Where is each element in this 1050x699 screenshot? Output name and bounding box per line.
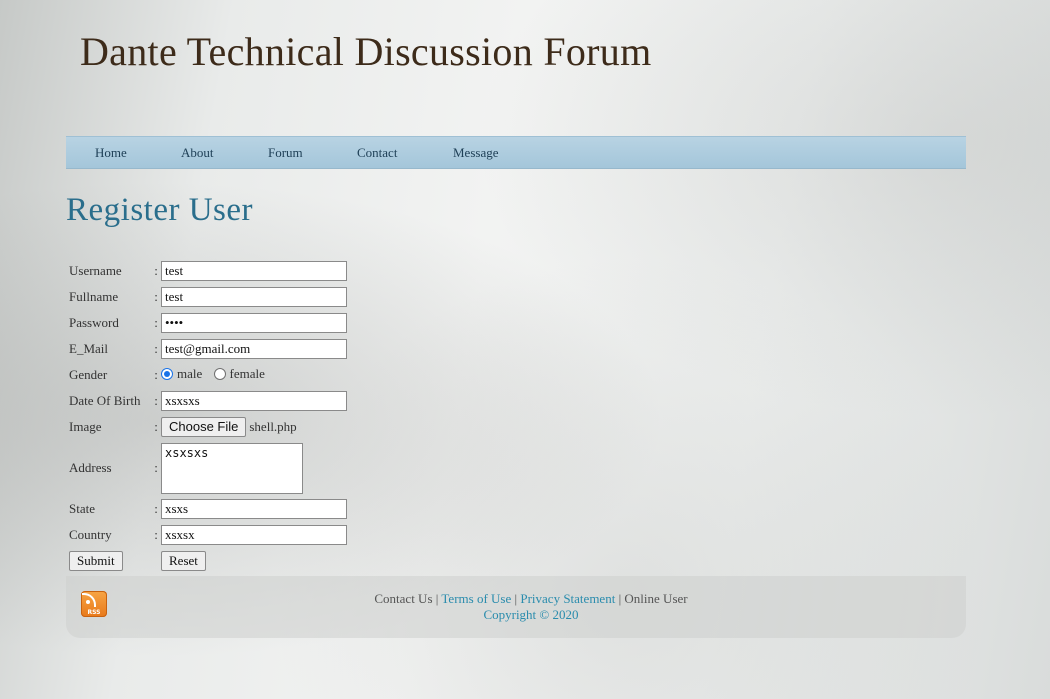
selected-file-name: shell.php bbox=[249, 419, 297, 434]
main-nav: Home About Forum Contact Message bbox=[66, 136, 966, 169]
nav-item-forum[interactable]: Forum bbox=[268, 145, 303, 161]
gender-option-female[interactable]: female bbox=[213, 366, 265, 382]
form-row-email: E_Mail : bbox=[69, 337, 347, 361]
form-row-image: Image : Choose File shell.php bbox=[69, 415, 347, 439]
footer-separator: | bbox=[514, 591, 518, 606]
colon: : bbox=[154, 341, 158, 356]
reset-button[interactable]: Reset bbox=[161, 551, 206, 571]
radio-female-label: female bbox=[229, 366, 265, 381]
colon: : bbox=[154, 263, 158, 278]
footer-separator: | bbox=[618, 591, 622, 606]
form-row-username: Username : bbox=[69, 259, 347, 283]
form-row-password: Password : bbox=[69, 311, 347, 335]
nav-item-message[interactable]: Message bbox=[453, 145, 499, 161]
state-label: State bbox=[69, 501, 95, 516]
form-row-dob: Date Of Birth : bbox=[69, 389, 347, 413]
colon: : bbox=[154, 460, 158, 475]
form-row-gender: Gender : male female bbox=[69, 363, 347, 387]
colon: : bbox=[154, 419, 158, 434]
state-input[interactable] bbox=[161, 499, 347, 519]
password-input[interactable] bbox=[161, 313, 347, 333]
form-row-state: State : bbox=[69, 497, 347, 521]
password-label: Password bbox=[69, 315, 119, 330]
colon: : bbox=[154, 367, 158, 382]
footer-links: Contact Us | Terms of Use | Privacy Stat… bbox=[66, 591, 996, 607]
colon: : bbox=[154, 527, 158, 542]
colon: : bbox=[154, 289, 158, 304]
country-input[interactable] bbox=[161, 525, 347, 545]
form-row-actions: Submit Reset bbox=[69, 549, 347, 573]
colon: : bbox=[154, 393, 158, 408]
form-row-fullname: Fullname : bbox=[69, 285, 347, 309]
colon: : bbox=[154, 315, 158, 330]
gender-option-male[interactable]: male bbox=[161, 366, 202, 382]
gender-label: Gender bbox=[69, 367, 108, 382]
choose-file-button[interactable]: Choose File bbox=[161, 417, 247, 437]
email-label: E_Mail bbox=[69, 341, 108, 356]
radio-female[interactable] bbox=[213, 368, 226, 380]
radio-male[interactable] bbox=[161, 368, 173, 380]
country-label: Country bbox=[69, 527, 112, 542]
footer-terms-link[interactable]: Terms of Use bbox=[441, 591, 511, 606]
page-title: Register User bbox=[66, 192, 254, 228]
dob-input[interactable] bbox=[161, 391, 347, 411]
address-textarea[interactable]: xsxsxs bbox=[161, 442, 303, 494]
footer-separator: | bbox=[435, 591, 439, 606]
fullname-input[interactable] bbox=[161, 287, 347, 307]
submit-button[interactable]: Submit bbox=[69, 551, 123, 571]
fullname-label: Fullname bbox=[69, 289, 119, 304]
footer-copyright: Copyright © 2020 bbox=[483, 607, 579, 622]
site-title: Dante Technical Discussion Forum bbox=[80, 29, 652, 74]
footer-privacy-link[interactable]: Privacy Statement bbox=[520, 591, 615, 606]
email-input[interactable] bbox=[161, 339, 347, 359]
nav-item-home[interactable]: Home bbox=[95, 145, 127, 161]
nav-item-about[interactable]: About bbox=[181, 145, 214, 161]
username-label: Username bbox=[69, 263, 122, 278]
address-label: Address bbox=[69, 460, 112, 475]
radio-male-label: male bbox=[177, 366, 203, 381]
footer: RSS Contact Us | Terms of Use | Privacy … bbox=[66, 576, 966, 638]
form-row-country: Country : bbox=[69, 523, 347, 547]
image-label: Image bbox=[69, 419, 102, 434]
nav-item-contact[interactable]: Contact bbox=[357, 145, 397, 161]
dob-label: Date Of Birth bbox=[69, 393, 141, 408]
colon: : bbox=[154, 501, 158, 516]
username-input[interactable] bbox=[161, 261, 347, 281]
footer-contact-us[interactable]: Contact Us bbox=[374, 591, 432, 606]
form-row-address: Address : xsxsxs bbox=[69, 441, 347, 495]
footer-online-user: Online User bbox=[624, 591, 688, 606]
register-form: Username : Fullname : Password : E_Mail … bbox=[66, 257, 350, 575]
